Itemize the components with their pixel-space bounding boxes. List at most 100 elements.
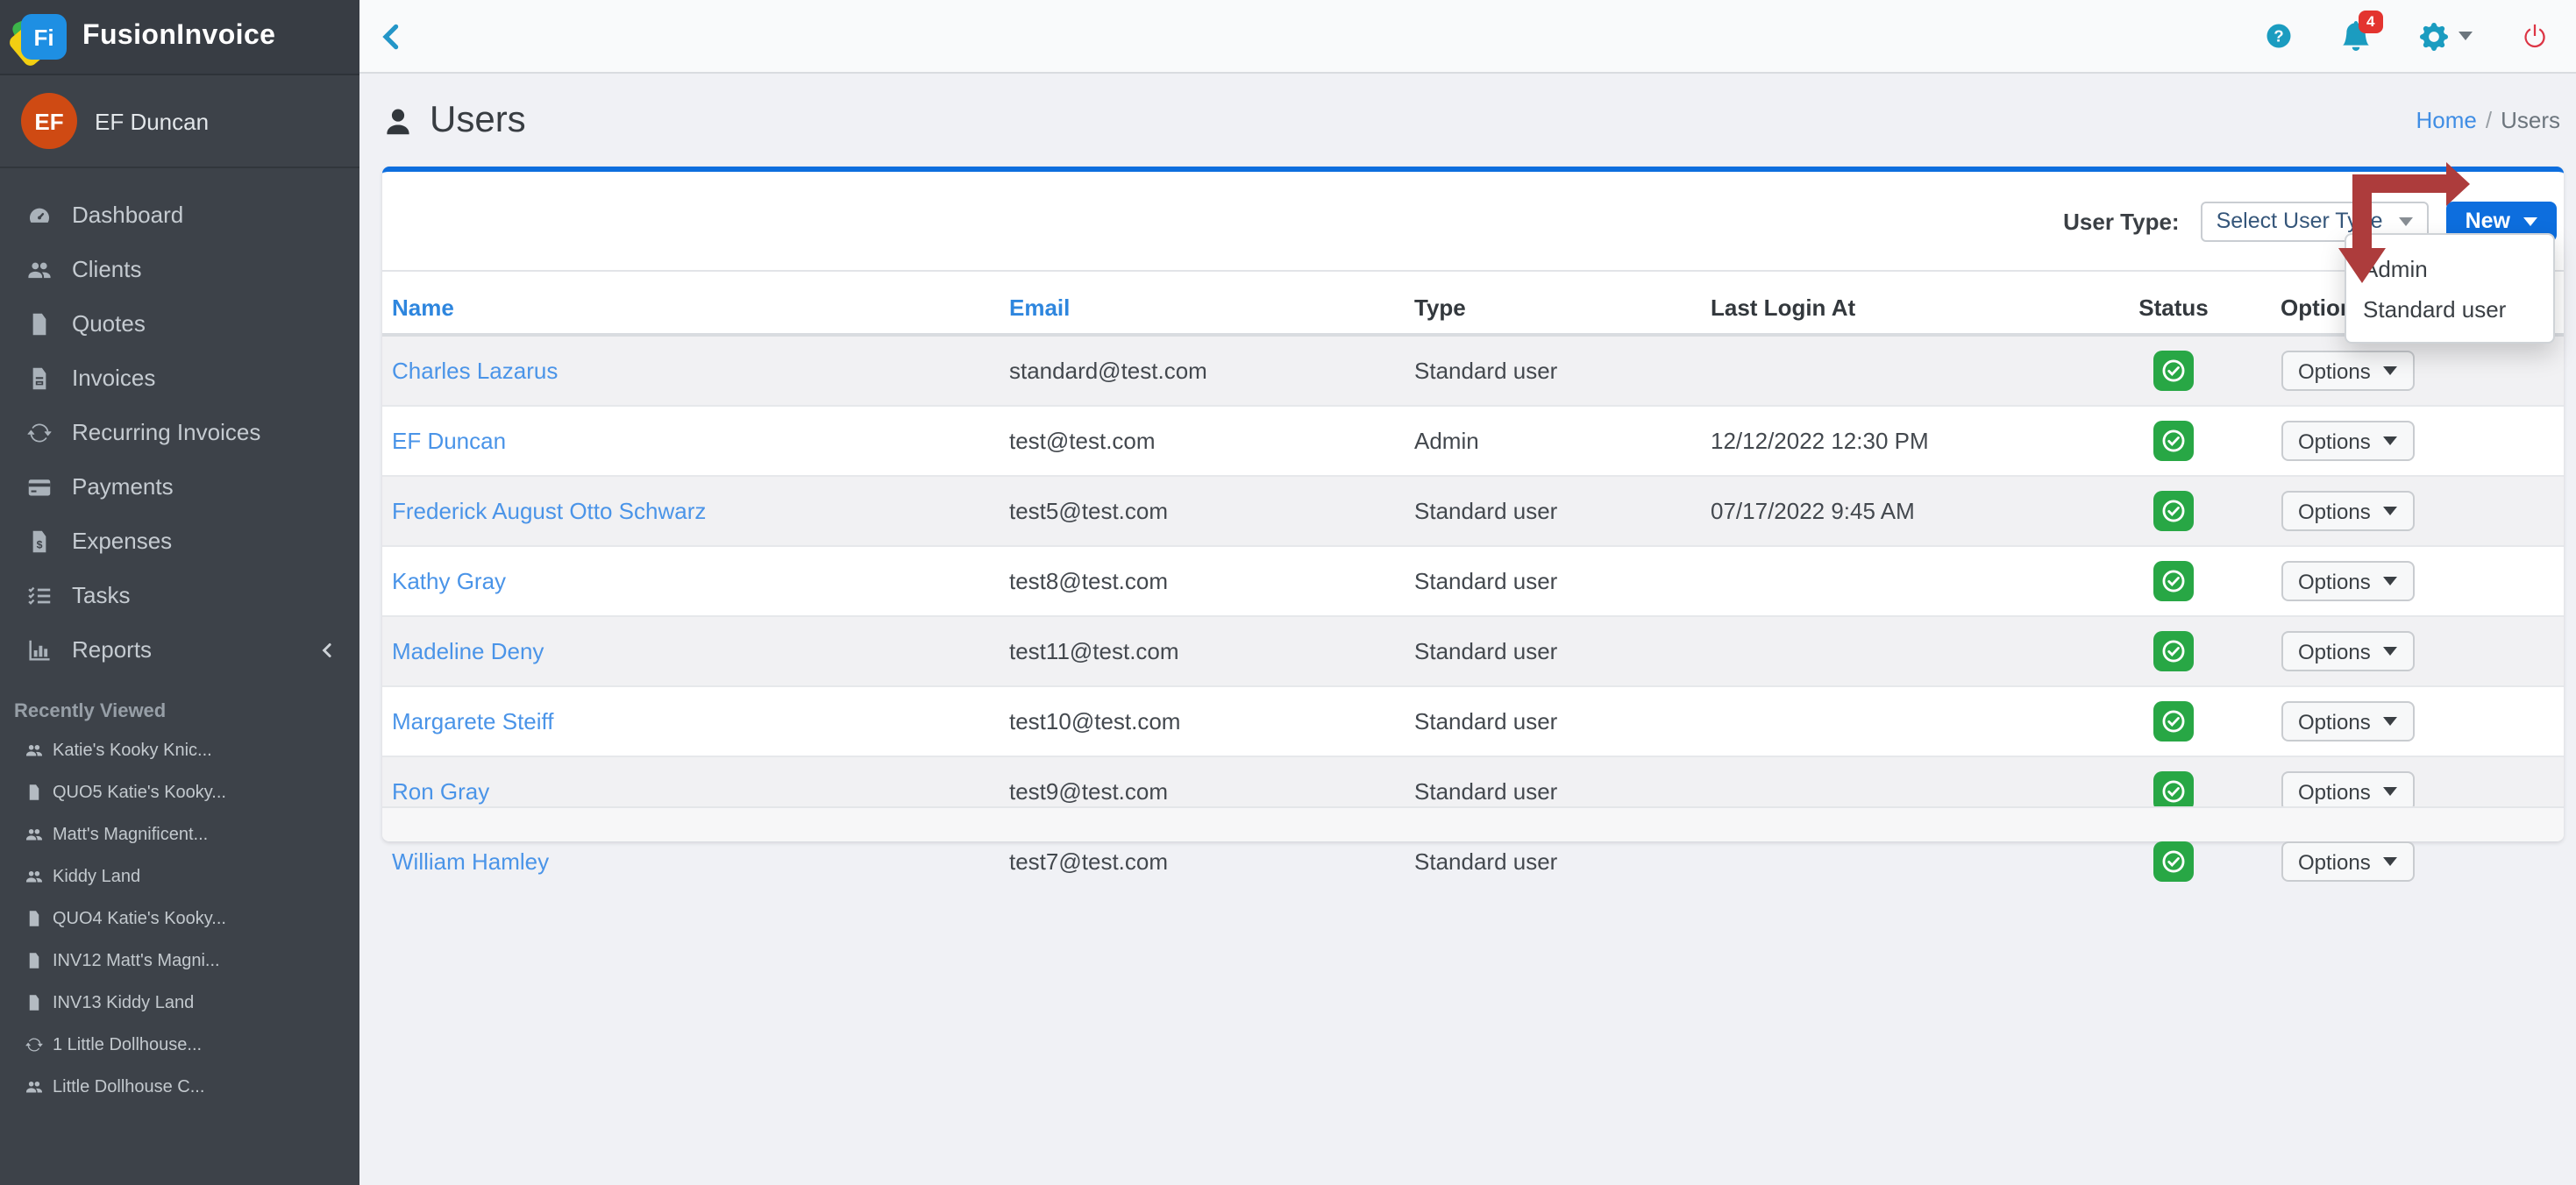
recent-item[interactable]: 1 Little Dollhouse... <box>0 1024 359 1066</box>
menu-item-standard-user[interactable]: Standard user <box>2345 289 2552 330</box>
users-icon <box>25 257 54 281</box>
recent-item[interactable]: Kiddy Land <box>0 855 359 898</box>
column-header-status: Status <box>2077 286 2270 335</box>
settings-menu-button[interactable] <box>2420 22 2473 50</box>
sidebar-collapse-chevron-icon[interactable] <box>377 22 405 50</box>
user-email: test10@test.com <box>999 686 1404 756</box>
main-content: Users Home/Users User Type: Select User … <box>359 74 2576 1185</box>
sidebar-user[interactable]: EF EF Duncan <box>0 75 359 168</box>
user-email: test11@test.com <box>999 616 1404 686</box>
sidebar-menu: Dashboard Clients Quotes Invoices Recurr… <box>0 168 359 684</box>
recently-viewed-header: Recently Viewed <box>0 684 359 729</box>
power-icon[interactable] <box>2522 23 2548 49</box>
user-type: Standard user <box>1404 616 1700 686</box>
breadcrumb-home-link[interactable]: Home <box>2416 107 2476 133</box>
topbar: 4 <box>359 0 2576 74</box>
chevron-down-icon <box>2399 216 2413 225</box>
check-circle-icon <box>2160 848 2187 875</box>
options-button[interactable]: Options <box>2281 631 2415 671</box>
user-email: standard@test.com <box>999 335 1404 406</box>
options-button[interactable]: Options <box>2281 561 2415 601</box>
users-icon <box>25 826 44 843</box>
sidebar-item-label: Tasks <box>72 582 130 608</box>
user-name-link[interactable]: Madeline Deny <box>392 638 544 664</box>
file-icon <box>25 784 44 801</box>
options-button[interactable]: Options <box>2281 701 2415 742</box>
sidebar-item-invoices[interactable]: Invoices <box>0 351 359 405</box>
file-invoice-icon <box>25 365 54 390</box>
notifications-button[interactable]: 4 <box>2341 21 2371 51</box>
sidebar-item-dashboard[interactable]: Dashboard <box>0 188 359 242</box>
user-name-link[interactable]: EF Duncan <box>392 428 506 454</box>
breadcrumb-current: Users <box>2501 107 2560 133</box>
caret-down-icon <box>2383 787 2397 796</box>
help-icon[interactable] <box>2266 23 2292 49</box>
user-name: EF Duncan <box>95 108 209 134</box>
user-type: Standard user <box>1404 546 1700 616</box>
caret-down-icon <box>2383 366 2397 375</box>
check-circle-icon <box>2160 358 2187 384</box>
recently-viewed-list: Katie's Kooky Knic... QUO5 Katie's Kooky… <box>0 729 359 1108</box>
sidebar-item-payments[interactable]: Payments <box>0 459 359 514</box>
breadcrumb: Home/Users <box>2416 107 2560 133</box>
recent-item[interactable]: QUO5 Katie's Kooky... <box>0 771 359 813</box>
users-table: Name Email Type Last Login At Status Opt… <box>381 286 2563 896</box>
user-type-label: User Type: <box>2063 208 2179 234</box>
caret-down-icon <box>2383 647 2397 656</box>
table-row: Charles Lazarus standard@test.com Standa… <box>381 335 2563 406</box>
table-row: Margarete Steiff test10@test.com Standar… <box>381 686 2563 756</box>
users-card: User Type: Select User Type New <box>381 167 2563 841</box>
recent-item[interactable]: INV12 Matt's Magni... <box>0 940 359 982</box>
recent-item-label: QUO4 Katie's Kooky... <box>53 909 226 928</box>
menu-item-admin[interactable]: Admin <box>2345 249 2552 289</box>
brand[interactable]: Fi FusionInvoice <box>0 0 359 75</box>
user-name-link[interactable]: Charles Lazarus <box>392 358 558 384</box>
column-header-last-login: Last Login At <box>1700 286 2077 335</box>
user-type: Standard user <box>1404 335 1700 406</box>
user-name-link[interactable]: Kathy Gray <box>392 568 506 594</box>
recent-item-label: INV12 Matt's Magni... <box>53 951 220 970</box>
recent-item[interactable]: Matt's Magnificent... <box>0 813 359 855</box>
sidebar-item-expenses[interactable]: Expenses <box>0 514 359 568</box>
sidebar-item-quotes[interactable]: Quotes <box>0 296 359 351</box>
sidebar-item-clients[interactable]: Clients <box>0 242 359 296</box>
options-button[interactable]: Options <box>2281 421 2415 461</box>
caret-down-icon <box>2383 577 2397 585</box>
table-row: Madeline Deny test11@test.com Standard u… <box>381 616 2563 686</box>
user-name-link[interactable]: Margarete Steiff <box>392 708 554 734</box>
users-icon <box>25 1078 44 1096</box>
status-badge <box>2153 351 2194 391</box>
options-button[interactable]: Options <box>2281 841 2415 882</box>
recent-item[interactable]: INV13 Kiddy Land <box>0 982 359 1024</box>
check-circle-icon <box>2160 498 2187 524</box>
options-button[interactable]: Options <box>2281 491 2415 531</box>
recent-item[interactable]: QUO4 Katie's Kooky... <box>0 898 359 940</box>
recent-item-label: Little Dollhouse C... <box>53 1077 204 1096</box>
user-name-link[interactable]: William Hamley <box>392 848 549 875</box>
sidebar-item-reports[interactable]: Reports <box>0 622 359 677</box>
check-circle-icon <box>2160 708 2187 734</box>
options-button[interactable]: Options <box>2281 351 2415 391</box>
sidebar-item-label: Recurring Invoices <box>72 419 260 445</box>
recent-item[interactable]: Little Dollhouse C... <box>0 1066 359 1108</box>
status-badge <box>2153 421 2194 461</box>
column-header-name[interactable]: Name <box>381 286 999 335</box>
sidebar-item-tasks[interactable]: Tasks <box>0 568 359 622</box>
user-icon <box>382 104 414 136</box>
check-circle-icon <box>2160 778 2187 805</box>
user-last-login: 12/12/2022 12:30 PM <box>1700 406 2077 476</box>
user-name-link[interactable]: Frederick August Otto Schwarz <box>392 498 706 524</box>
user-email: test8@test.com <box>999 546 1404 616</box>
sync-icon <box>25 1036 44 1054</box>
column-header-email[interactable]: Email <box>999 286 1404 335</box>
user-type: Standard user <box>1404 686 1700 756</box>
status-badge <box>2153 491 2194 531</box>
sidebar-item-label: Reports <box>72 636 152 663</box>
file-dollar-icon <box>25 529 54 553</box>
sidebar-item-recurring-invoices[interactable]: Recurring Invoices <box>0 405 359 459</box>
recent-item-label: Kiddy Land <box>53 867 140 886</box>
table-row: Kathy Gray test8@test.com Standard user … <box>381 546 2563 616</box>
status-badge <box>2153 561 2194 601</box>
recent-item[interactable]: Katie's Kooky Knic... <box>0 729 359 771</box>
user-name-link[interactable]: Ron Gray <box>392 778 489 805</box>
